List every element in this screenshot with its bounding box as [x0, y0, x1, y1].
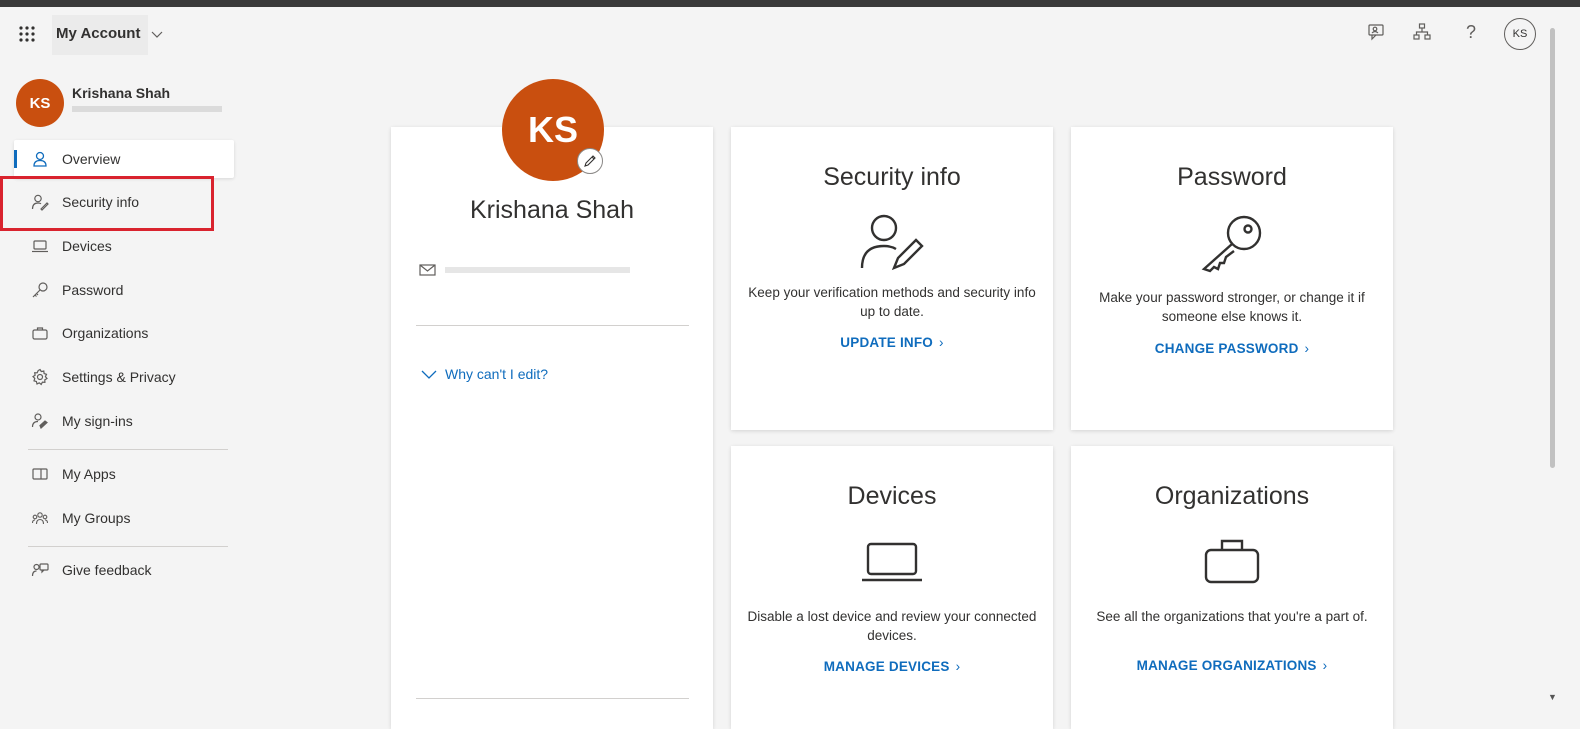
edit-photo-button[interactable] — [577, 148, 603, 174]
sidebar-item-label: My Groups — [62, 510, 131, 526]
gear-icon — [28, 367, 52, 387]
manage-organizations-label: MANAGE ORGANIZATIONS — [1136, 658, 1317, 673]
feedback-header-icon[interactable] — [1365, 21, 1387, 43]
manage-devices-link[interactable]: MANAGE DEVICES › — [731, 659, 1053, 674]
sidebar-item-label: Overview — [62, 151, 121, 167]
user-name: Krishana Shah — [72, 85, 171, 101]
person-icon — [28, 149, 52, 169]
mail-icon — [419, 264, 436, 276]
pencil-icon — [584, 155, 596, 167]
top-header: My Account ? KS — [0, 7, 1580, 59]
profile-name: Krishana Shah — [469, 196, 634, 224]
devices-title: Devices — [847, 482, 937, 510]
sidebar-item-settings-privacy[interactable]: Settings & Privacy — [14, 358, 234, 396]
header-avatar[interactable]: KS — [1504, 18, 1536, 50]
sidebar-item-label: Password — [62, 282, 124, 298]
briefcase-icon — [28, 323, 52, 343]
organizations-description: See all the organizations that you're a … — [1096, 609, 1368, 624]
scrollbar-thumb[interactable] — [1550, 28, 1555, 468]
password-description: Make your password stronger, or change i… — [1099, 290, 1365, 324]
apps-icon — [28, 464, 52, 484]
sidebar-item-my-apps[interactable]: My Apps — [14, 455, 234, 493]
chevron-down-icon[interactable] — [150, 27, 164, 41]
sidebar-item-my-groups[interactable]: My Groups — [14, 499, 234, 537]
sidebar-item-overview[interactable]: Overview — [14, 140, 234, 178]
organization-chart-icon[interactable] — [1411, 21, 1433, 43]
key-icon — [1201, 215, 1262, 273]
feedback-icon — [28, 560, 52, 580]
active-indicator — [14, 150, 17, 168]
app-launcher-icon[interactable] — [16, 23, 38, 45]
manage-organizations-link[interactable]: MANAGE ORGANIZATIONS › — [1071, 658, 1393, 673]
sidebar-item-organizations[interactable]: Organizations — [14, 314, 234, 352]
sidebar-item-label: Settings & Privacy — [62, 369, 176, 385]
security-info-title: Security info — [823, 163, 961, 191]
profile-divider — [416, 698, 689, 699]
briefcase-icon — [1204, 539, 1260, 584]
key-icon — [28, 280, 52, 300]
why-cant-edit-label: Why can't I edit? — [445, 366, 549, 382]
profile-divider — [416, 325, 689, 326]
devices-description: Disable a lost device and review your co… — [747, 609, 1037, 643]
app-title[interactable]: My Account — [56, 25, 140, 42]
password-title: Password — [1177, 163, 1287, 191]
laptop-icon — [862, 542, 922, 582]
user-avatar: KS — [16, 79, 64, 127]
organizations-title: Organizations — [1154, 482, 1310, 510]
sidebar-item-label: Give feedback — [62, 562, 152, 578]
sidebar-item-my-sign-ins[interactable]: My sign-ins — [14, 402, 234, 440]
sidebar-item-devices[interactable]: Devices — [14, 227, 234, 265]
sidebar-item-password[interactable]: Password — [14, 271, 234, 309]
highlight-annotation — [0, 176, 214, 231]
chevron-right-icon: › — [1304, 341, 1310, 356]
sidebar-item-label: Devices — [62, 238, 112, 254]
scroll-down-arrow-icon[interactable]: ▼ — [1548, 692, 1557, 702]
manage-devices-label: MANAGE DEVICES — [823, 659, 950, 674]
security-info-icon — [860, 214, 924, 271]
redacted-email — [72, 106, 222, 112]
sidebar-item-label: My sign-ins — [62, 413, 133, 429]
laptop-icon — [28, 236, 52, 256]
chevron-down-icon — [421, 370, 437, 379]
change-password-link[interactable]: CHANGE PASSWORD › — [1071, 341, 1393, 356]
sidebar-item-label: My Apps — [62, 466, 116, 482]
page-scrollbar[interactable]: ▼ — [1548, 20, 1558, 720]
chevron-right-icon: › — [1322, 658, 1328, 673]
window-top-band — [0, 0, 1580, 7]
sidebar-item-label: Organizations — [62, 325, 149, 341]
groups-icon — [28, 508, 52, 528]
sidebar-divider — [28, 546, 228, 547]
sidebar-item-give-feedback[interactable]: Give feedback — [14, 551, 234, 589]
redacted-email — [445, 267, 630, 273]
change-password-label: CHANGE PASSWORD — [1154, 341, 1299, 356]
help-icon[interactable]: ? — [1460, 21, 1482, 43]
sidebar-divider — [28, 449, 228, 450]
sign-ins-icon — [28, 411, 52, 431]
update-info-label: UPDATE INFO — [840, 335, 933, 350]
why-cant-edit-link[interactable]: Why can't I edit? — [421, 366, 548, 382]
update-info-link[interactable]: UPDATE INFO › — [731, 335, 1053, 350]
security-info-description: Keep your verification methods and secur… — [748, 285, 1036, 319]
chevron-right-icon: › — [955, 659, 961, 674]
chevron-right-icon: › — [939, 335, 944, 350]
